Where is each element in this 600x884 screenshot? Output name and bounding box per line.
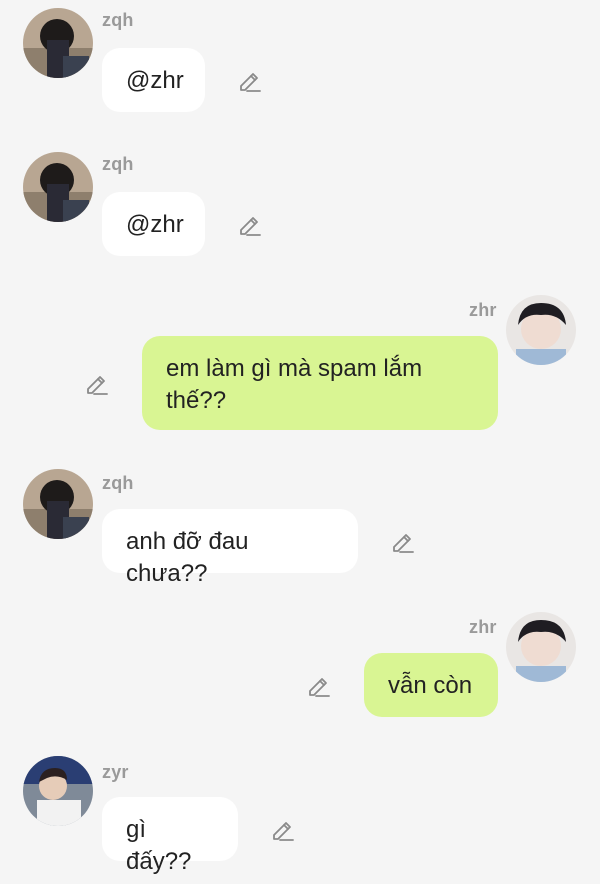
pencil-edit-icon[interactable] xyxy=(84,370,110,396)
sender-name: zqh xyxy=(102,154,134,174)
sender-name: zhr xyxy=(469,617,497,637)
message-bubble[interactable]: @zhr xyxy=(102,192,205,256)
pencil-edit-icon[interactable] xyxy=(237,211,263,237)
avatar-zqh[interactable] xyxy=(23,8,93,78)
message-row: zyr gì đấy?? xyxy=(0,752,600,884)
pencil-edit-icon[interactable] xyxy=(270,816,296,842)
sender-name: zyr xyxy=(102,762,129,782)
message-bubble[interactable]: em làm gì mà spam lắm thế?? xyxy=(142,336,498,430)
message-bubble[interactable]: anh đỡ đau chưa?? xyxy=(102,509,358,587)
pencil-edit-icon[interactable] xyxy=(306,672,332,698)
message-row: zqh @zhr xyxy=(0,145,600,275)
message-row: zqh anh đỡ đau chưa?? xyxy=(0,462,600,592)
pencil-edit-icon[interactable] xyxy=(390,528,416,554)
message-bubble[interactable]: gì đấy?? xyxy=(102,797,238,875)
avatar-zqh[interactable] xyxy=(23,152,93,222)
avatar-zhr[interactable] xyxy=(506,612,576,682)
message-row: zhr vẫn còn xyxy=(0,607,600,737)
sender-name: zqh xyxy=(102,473,134,493)
message-bubble[interactable]: vẫn còn xyxy=(364,653,498,717)
avatar-zyr[interactable] xyxy=(23,756,93,826)
message-bubble[interactable]: @zhr xyxy=(102,48,205,112)
sender-name: zqh xyxy=(102,10,134,30)
sender-name: zhr xyxy=(469,300,497,320)
avatar-zqh[interactable] xyxy=(23,469,93,539)
avatar-zhr[interactable] xyxy=(506,295,576,365)
message-row: zqh @zhr xyxy=(0,0,600,130)
pencil-edit-icon[interactable] xyxy=(237,67,263,93)
message-row: zhr em làm gì mà spam lắm thế?? xyxy=(0,290,600,450)
